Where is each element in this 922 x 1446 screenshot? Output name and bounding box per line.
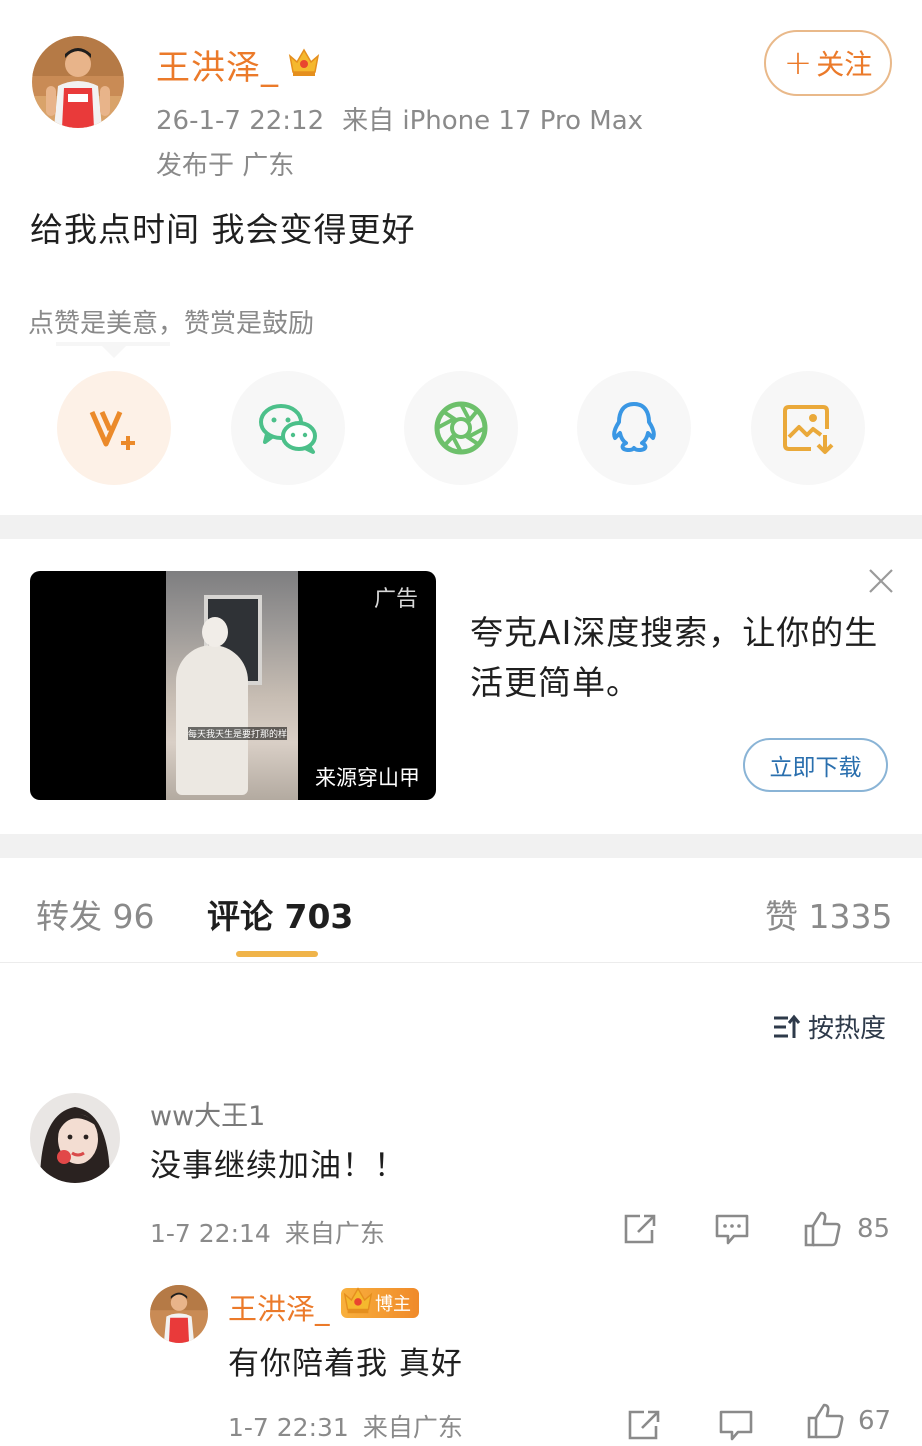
tab-repost[interactable]: 转发 96 [36, 890, 154, 938]
ad-video-frame: 每天我天生是要打那的样 [166, 571, 298, 800]
reply-like-count: 67 [858, 1406, 892, 1436]
ad-scene-figure [176, 645, 248, 795]
commenter-avatar[interactable] [30, 1093, 120, 1183]
comment-reply-button[interactable] [714, 1212, 750, 1246]
comment-time: 1-7 22:14 [150, 1219, 271, 1248]
ad-download-button[interactable]: 立即下载 [743, 738, 888, 792]
sort-icon [774, 1014, 801, 1038]
reward-button[interactable] [57, 371, 171, 485]
save-image-icon [783, 405, 834, 454]
tab-likes[interactable]: 赞 1335 [765, 890, 892, 938]
share-moments-button[interactable] [404, 371, 518, 485]
section-divider [0, 834, 922, 858]
ad-tag: 广告 [373, 587, 418, 612]
sort-button[interactable]: 按热度 [772, 1008, 886, 1045]
reply-time: 1-7 22:31 [228, 1413, 349, 1442]
reply-meta: 1-7 22:31 来自广东 [228, 1408, 463, 1444]
sort-label: 按热度 [808, 1014, 887, 1044]
reply-like-button[interactable]: 67 [806, 1402, 891, 1440]
qq-icon [612, 402, 656, 452]
reply-text: 有你陪着我 真好 [228, 1346, 463, 1382]
share-icon [624, 1214, 656, 1244]
reward-v-plus-icon [89, 410, 135, 450]
comment-icon [715, 1214, 749, 1245]
tab-comments[interactable]: 评论 703 [207, 890, 353, 938]
post-timestamp: 26-1-7 22:12 [156, 106, 325, 136]
close-icon[interactable] [866, 566, 896, 596]
post-meta: 26-1-7 22:12 来自 iPhone 17 Pro Max [156, 100, 643, 137]
ad-scene-figure-head [202, 617, 228, 647]
reply-share-button[interactable] [626, 1408, 662, 1442]
comment-text: 没事继续加油！！ [150, 1148, 406, 1184]
vip-crown-icon [341, 1283, 375, 1317]
author-name[interactable]: 王洪泽_ [156, 40, 279, 89]
reward-tip-arrow [102, 346, 126, 358]
commenter-name[interactable]: ww大王1 [150, 1094, 265, 1133]
reply-source: 来自广东 [362, 1413, 463, 1442]
wechat-icon [259, 404, 317, 454]
reward-tip: 点赞是美意，赞赏是鼓励 [28, 309, 315, 339]
section-divider [0, 515, 922, 539]
ad-headline[interactable]: 夸克AI深度搜索，让你的生活更简单。 [470, 608, 890, 708]
share-qq-button[interactable] [577, 371, 691, 485]
post-location: 发布于 广东 [156, 151, 295, 181]
ad-video-caption: 每天我天生是要打那的样 [188, 727, 288, 740]
vip-crown-icon [286, 44, 322, 80]
reply-comment-button[interactable] [718, 1408, 754, 1442]
thumbs-up-icon [804, 1211, 841, 1247]
post-content: 给我点时间 我会变得更好 [30, 210, 416, 249]
comment-like-button[interactable]: 85 [803, 1210, 890, 1248]
post-source: 来自 iPhone 17 Pro Max [342, 106, 644, 136]
ad-source: 来源穿山甲 [315, 766, 420, 790]
comment-icon [719, 1410, 753, 1441]
comment-share-button[interactable] [622, 1212, 658, 1246]
tabs-divider [0, 962, 922, 963]
thumbs-up-icon [807, 1403, 844, 1439]
reply-username[interactable]: 王洪泽_ [228, 1286, 330, 1328]
author-avatar[interactable] [32, 36, 124, 128]
share-icon [628, 1410, 660, 1440]
moments-icon [434, 401, 488, 455]
active-tab-indicator [236, 951, 318, 957]
follow-label: 关注 [816, 48, 873, 81]
comment-like-count: 85 [857, 1214, 891, 1244]
reply-avatar[interactable] [150, 1285, 208, 1343]
save-image-button[interactable] [751, 371, 865, 485]
plus-icon: + [783, 43, 813, 83]
comment-source: 来自广东 [284, 1219, 385, 1248]
share-wechat-button[interactable] [231, 371, 345, 485]
ad-video[interactable]: 每天我天生是要打那的样 广告 来源穿山甲 [30, 571, 436, 800]
follow-button[interactable]: + 关注 [764, 30, 892, 96]
comment-meta: 1-7 22:14 来自广东 [150, 1214, 385, 1250]
